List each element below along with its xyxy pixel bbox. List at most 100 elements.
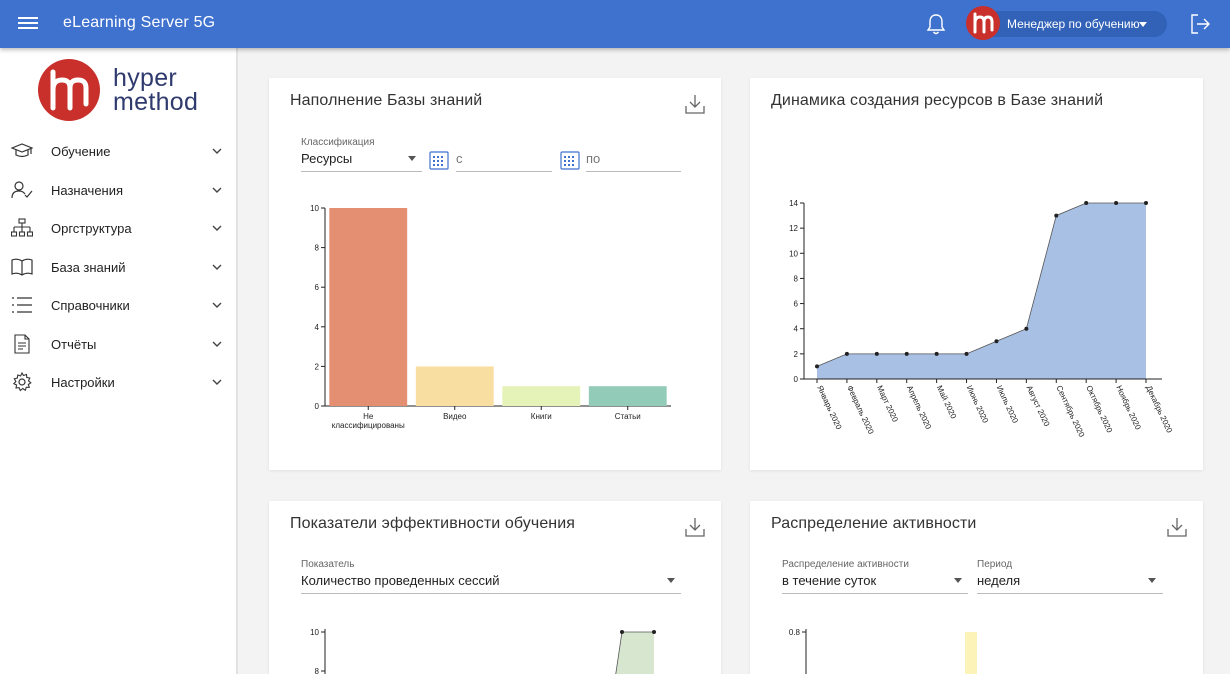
date-from-input[interactable]: с xyxy=(456,151,463,166)
sidebar-item-knowledge-base[interactable]: База знаний xyxy=(0,248,236,287)
x-tick-label: Май 2020 xyxy=(935,384,958,421)
hypermethod-logo-icon xyxy=(973,12,994,34)
x-tick-label: Январь 2020 xyxy=(815,384,843,431)
distribution-label: Распределение активности xyxy=(782,559,909,570)
bar xyxy=(588,386,667,406)
kb-fill-bar-chart: 0 2 4 6 8 10 Неклассифицированы Видео Книги Стать… xyxy=(310,204,671,430)
y-tick-label: 0 xyxy=(794,375,799,384)
x-tick-label: Книги xyxy=(531,412,552,421)
x-tick-label: Декабрь 2020 xyxy=(1144,384,1174,435)
data-point xyxy=(1144,201,1148,205)
y-tick-label: 2 xyxy=(315,362,320,371)
hypermethod-logo[interactable]: hyper method xyxy=(37,58,217,124)
kb-dynamics-area-chart: 0 2 4 6 8 10 12 14 Январь 2020 Февраль 2020 Март 2… xyxy=(789,199,1174,439)
bar xyxy=(329,208,408,406)
sidebar-item-label: Обучение xyxy=(51,144,111,159)
user-check-icon xyxy=(11,180,33,198)
data-point xyxy=(815,364,819,369)
sidebar-item-assignments[interactable]: Назначения xyxy=(0,171,236,210)
calendar-icon[interactable] xyxy=(429,150,449,170)
y-tick-label: 4 xyxy=(794,325,799,334)
sidebar-item-label: База знаний xyxy=(51,259,126,275)
data-point xyxy=(620,630,624,634)
graduation-cap-icon xyxy=(11,143,33,158)
y-tick-label: 8 xyxy=(315,667,320,674)
bar xyxy=(502,386,581,406)
user-name: Менеджер по обучению xyxy=(1007,17,1140,31)
logo-text: hyper method xyxy=(113,66,199,116)
chevron-down-icon xyxy=(212,148,222,154)
card-title: Распределение активности xyxy=(771,515,977,532)
chevron-down-icon xyxy=(212,187,222,193)
caret-down-icon[interactable] xyxy=(954,578,962,583)
efficiency-area-chart: 10 8 xyxy=(310,628,656,674)
caret-down-icon[interactable] xyxy=(667,578,675,583)
sidebar-item-org-structure[interactable]: Оргструктура xyxy=(0,209,236,248)
org-chart-icon xyxy=(11,218,33,237)
classification-label: Классификация xyxy=(301,137,375,148)
notification-bell-icon[interactable] xyxy=(925,12,947,36)
data-point xyxy=(1084,201,1089,205)
sidebar-item-label: Настройки xyxy=(51,375,115,390)
x-tick-label: Сентябрь 2020 xyxy=(1054,384,1086,439)
x-tick-label: Февраль 2020 xyxy=(845,384,876,436)
download-icon[interactable] xyxy=(684,516,706,538)
period-select[interactable]: неделя xyxy=(977,573,1020,588)
data-point xyxy=(1054,213,1059,218)
data-point xyxy=(934,351,939,356)
chevron-down-icon xyxy=(212,264,222,270)
x-tick-label: Статьи xyxy=(615,412,641,421)
sidebar: hyper method Обучение Назначения Оргстру… xyxy=(0,48,238,674)
y-tick-label: 10 xyxy=(310,628,319,637)
x-tick-label: Апрель 2020 xyxy=(905,384,933,431)
data-point xyxy=(844,351,849,356)
date-to-underline xyxy=(586,171,681,172)
classification-underline xyxy=(301,171,422,172)
x-tick-label: классифицированы xyxy=(332,421,405,430)
kb-fill-card: Наполнение Базы знаний Классификация Рес… xyxy=(269,78,721,470)
caret-down-icon[interactable] xyxy=(408,156,416,161)
distribution-select[interactable]: в течение суток xyxy=(782,573,876,588)
sidebar-item-learning[interactable]: Обучение xyxy=(0,132,236,171)
report-icon xyxy=(14,333,30,354)
classification-select[interactable]: Ресурсы xyxy=(301,151,352,166)
card-title: Наполнение Базы знаний xyxy=(290,92,483,109)
y-tick-label: 8 xyxy=(794,274,799,283)
x-tick-label: Не xyxy=(363,412,374,421)
data-point xyxy=(652,630,656,634)
download-icon[interactable] xyxy=(684,93,706,115)
sidebar-item-label: Отчёты xyxy=(51,336,97,352)
sidebar-nav: Обучение Назначения Оргструктура База зн… xyxy=(0,132,236,402)
avatar xyxy=(966,6,1000,40)
logo-text-line2: method xyxy=(113,88,199,116)
y-tick-label: 0 xyxy=(315,402,320,411)
logout-icon[interactable] xyxy=(1188,12,1212,36)
distribution-underline xyxy=(782,593,968,594)
data-point xyxy=(994,339,999,344)
kb-dynamics-card: Динамика создания ресурсов в Базе знаний… xyxy=(750,78,1203,470)
date-to-input[interactable]: по xyxy=(586,151,600,166)
sidebar-item-settings[interactable]: Настройки xyxy=(0,363,236,402)
chevron-down-icon xyxy=(212,341,222,347)
calendar-icon[interactable] xyxy=(560,150,580,170)
x-tick-label: Июль 2020 xyxy=(995,384,1020,425)
indicator-select[interactable]: Количество проведенных сессий xyxy=(301,573,500,588)
y-tick-label: 0.8 xyxy=(789,628,801,637)
data-point xyxy=(904,351,909,356)
sidebar-item-reports[interactable]: Отчёты xyxy=(0,325,236,364)
y-tick-label: 12 xyxy=(789,224,798,233)
sidebar-item-label: Справочники xyxy=(51,298,130,313)
caret-down-icon[interactable] xyxy=(1148,578,1156,583)
download-icon[interactable] xyxy=(1166,516,1188,538)
chevron-down-icon xyxy=(212,379,222,385)
x-tick-label: Март 2020 xyxy=(875,384,900,424)
y-tick-label: 14 xyxy=(789,199,798,208)
sidebar-item-directories[interactable]: Справочники xyxy=(0,286,236,325)
hamburger-menu-icon[interactable] xyxy=(18,14,38,34)
chevron-down-icon xyxy=(212,302,222,308)
efficiency-card: Показатели эффективности обучения Показа… xyxy=(269,501,721,674)
chevron-down-icon xyxy=(212,225,222,231)
user-menu[interactable]: Менеджер по обучению xyxy=(966,6,1167,40)
list-icon xyxy=(12,297,32,313)
activity-bar-chart: 0.8 xyxy=(789,628,977,674)
